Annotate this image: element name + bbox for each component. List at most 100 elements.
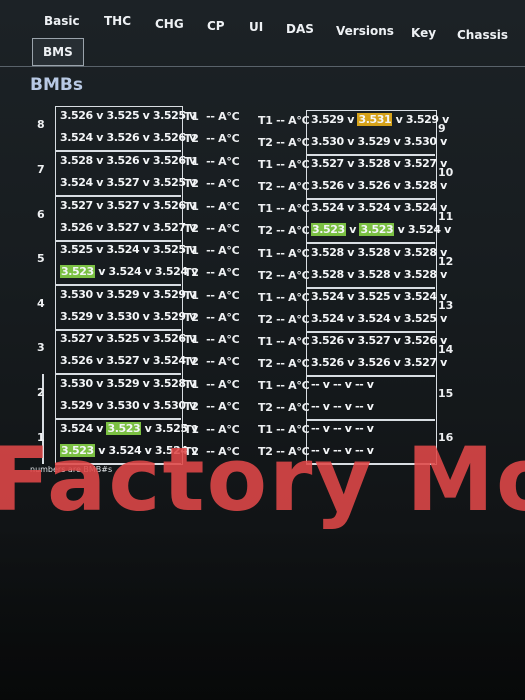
- cell-voltage: 3.525: [152, 109, 186, 122]
- cell-voltage: 3.524: [106, 243, 140, 256]
- cell-voltage-row: 3.524 v 3.524 v 3.525 v: [311, 312, 447, 325]
- cell-voltage: 3.528: [357, 157, 391, 170]
- row-divider: [55, 240, 181, 242]
- volt-unit: v: [390, 201, 404, 214]
- temperature-t1: T1 -- A°C: [258, 158, 310, 171]
- cell-voltage: 3.527: [106, 199, 140, 212]
- cell-voltage-row: 3.526 v 3.526 v 3.528 v: [311, 179, 447, 192]
- temp-label: T2: [258, 401, 273, 414]
- cell-voltage-row: 3.527 v 3.525 v 3.526 v: [60, 332, 196, 345]
- temp-value: --: [272, 401, 289, 414]
- cell-voltage: 3.526: [152, 332, 186, 345]
- temperature-t2: T2 -- A°C: [258, 313, 310, 326]
- cell-voltage: 3.525: [106, 332, 140, 345]
- temp-label: T2: [258, 224, 273, 237]
- temp-label: T1: [184, 289, 199, 302]
- temp-label: T2: [184, 177, 199, 190]
- volt-unit: v: [92, 154, 107, 167]
- cell-voltage: 3.526: [152, 131, 186, 144]
- temp-unit: A°C: [218, 155, 240, 168]
- temp-unit: A°C: [218, 177, 240, 190]
- cell-voltage: 3.524: [108, 265, 142, 278]
- temp-unit: A°C: [218, 266, 240, 279]
- cell-voltage: 3.523: [60, 265, 95, 278]
- row-divider: [306, 419, 435, 421]
- temp-label: T1: [184, 200, 199, 213]
- bmb-number: 5: [37, 252, 45, 265]
- volt-unit: v: [390, 290, 404, 303]
- volt-unit: v: [139, 288, 153, 301]
- temp-unit: A°C: [288, 401, 310, 414]
- cell-voltage: 3.525: [60, 243, 93, 256]
- cell-voltage: 3.524: [357, 201, 391, 214]
- temperature-t1: T1 -- A°C: [258, 202, 310, 215]
- temp-unit: A°C: [218, 110, 240, 123]
- cell-voltage: 3.527: [152, 221, 186, 234]
- row-divider: [306, 154, 435, 156]
- cell-voltage: 3.529: [60, 310, 93, 323]
- temp-value: --: [202, 400, 219, 413]
- cell-voltage: 3.525: [403, 312, 437, 325]
- cell-voltage: 3.526: [357, 179, 391, 192]
- cell-voltage: 3.523: [311, 223, 346, 236]
- cell-voltage: 3.525: [357, 290, 391, 303]
- cell-voltage: 3.531: [357, 113, 393, 126]
- cell-voltage: 3.530: [403, 135, 437, 148]
- cell-voltage-row: 3.526 v 3.526 v 3.527 v: [311, 356, 447, 369]
- cell-voltage: 3.524: [154, 265, 188, 278]
- screen: Basic THC CHG CP UI DAS Versions Key Cha…: [0, 0, 525, 700]
- row-divider: [306, 331, 435, 333]
- volt-unit: v: [343, 312, 358, 325]
- temperature-t1: T1 -- A°C: [184, 289, 240, 302]
- temp-label: T2: [258, 357, 273, 370]
- row-divider: [55, 150, 181, 152]
- temp-value: --: [272, 136, 289, 149]
- temperature-t2: T2 -- A°C: [258, 180, 310, 193]
- bmb-number: 10: [438, 166, 454, 179]
- temp-value: --: [202, 155, 219, 168]
- cell-voltage: 3.527: [60, 199, 93, 212]
- cell-voltage: 3.530: [60, 288, 93, 301]
- temp-unit: A°C: [218, 333, 240, 346]
- cell-voltage-row: 3.526 v 3.527 v 3.527 v: [60, 221, 196, 234]
- volt-unit: v: [141, 265, 155, 278]
- cell-voltage: 3.529: [106, 377, 140, 390]
- cell-voltage: 3.525: [152, 243, 186, 256]
- cell-voltage-row: 3.527 v 3.528 v 3.527 v: [311, 157, 447, 170]
- temperature-t2: T2 -- A°C: [184, 266, 240, 279]
- temp-unit: A°C: [288, 357, 310, 370]
- cell-voltage-row: 3.526 v 3.527 v 3.526 v: [311, 334, 447, 347]
- temp-value: --: [272, 202, 289, 215]
- cell-voltage-row: 3.524 v 3.524 v 3.524 v: [311, 201, 447, 214]
- volt-unit: v: [139, 332, 153, 345]
- temp-unit: A°C: [218, 400, 240, 413]
- volt-unit: v: [390, 246, 404, 259]
- temp-value: --: [272, 158, 289, 171]
- cell-voltage: 3.524: [403, 201, 437, 214]
- cell-voltage: 3.530: [60, 377, 93, 390]
- temp-label: T2: [258, 180, 273, 193]
- temperature-t2: T2 -- A°C: [184, 400, 240, 413]
- temperature-t1: T1 -- A°C: [258, 335, 310, 348]
- temp-unit: A°C: [288, 158, 310, 171]
- cell-voltage-row: 3.529 v 3.530 v 3.530 v: [60, 399, 196, 412]
- volt-unit: v: [92, 109, 107, 122]
- volt-unit: v: [343, 135, 358, 148]
- volt-unit: v: [343, 356, 358, 369]
- temp-label: T1: [184, 110, 199, 123]
- row-divider: [55, 329, 181, 331]
- temp-label: T2: [184, 266, 199, 279]
- temp-unit: A°C: [288, 269, 310, 282]
- cell-voltage: 3.529: [106, 288, 140, 301]
- cell-voltage: 3.529: [357, 135, 391, 148]
- temp-value: --: [272, 114, 289, 127]
- temp-label: T1: [258, 114, 273, 127]
- temp-unit: A°C: [288, 114, 310, 127]
- cell-voltage: 3.523: [359, 223, 395, 236]
- cell-voltage: 3.527: [357, 334, 391, 347]
- cell-voltage: 3.527: [403, 157, 437, 170]
- cell-voltage: 3.524: [311, 290, 344, 303]
- volt-unit: v: [341, 378, 355, 391]
- cell-voltage: 3.528: [357, 268, 391, 281]
- cell-voltage-row: 3.526 v 3.525 v 3.525 v: [60, 109, 196, 122]
